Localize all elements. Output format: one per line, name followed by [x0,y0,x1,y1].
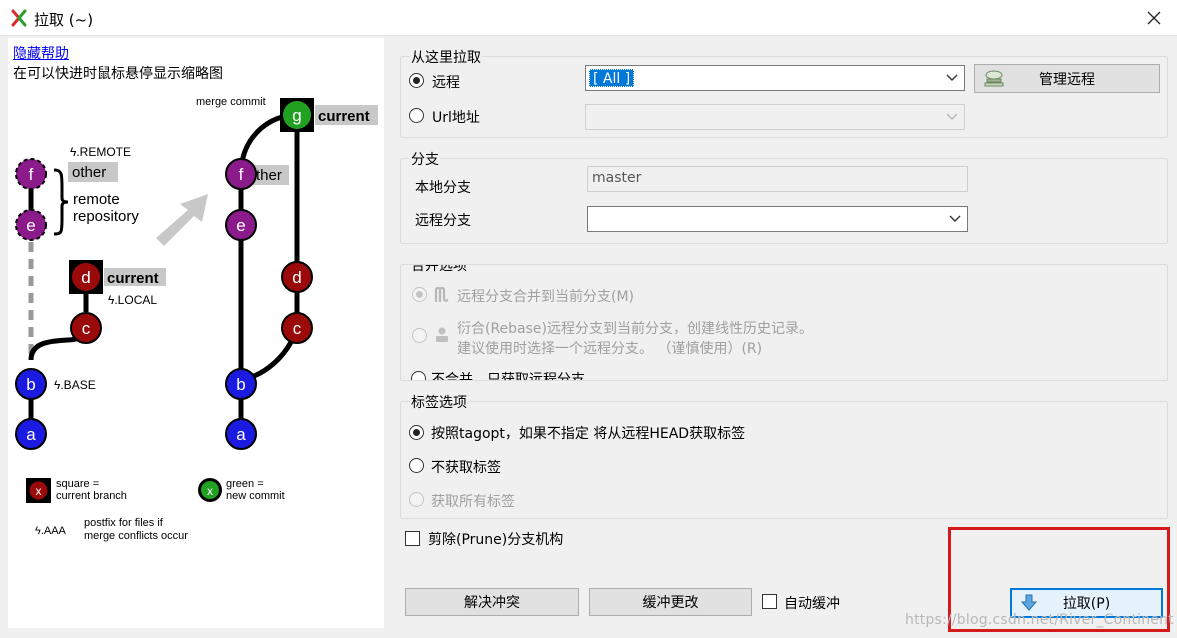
local-tag: ϟ.LOCAL [108,293,157,307]
base-tag: ϟ.BASE [54,378,96,392]
manage-remotes-label: 管理远程 [1039,71,1095,88]
merge-options-group: 合并选项 远程分支合并到当前分支(M) 衍合(Rebase)远程分支到当前分支，… [400,264,1168,381]
rebase-label-line2: 建议使用时选择一个远程分支。 （谨慎使用）(R) [457,341,763,357]
node-label-b-right: b [236,375,245,394]
legend-postfix-tag: ϟ.AAA [35,525,67,537]
legend-square-mark: x [36,484,42,498]
remote-servers-icon [984,70,1004,87]
no-tags-radio[interactable] [409,458,424,473]
legend-postfix-line1: postfix for files if [84,517,164,529]
url-radio-label: Url地址 [432,110,480,126]
hide-help-link[interactable]: 隐藏帮助 [13,43,69,63]
node-label-f-left: f [29,165,34,184]
remote-repo-line1: remote [73,191,120,208]
no-tags-label: 不获取标签 [431,460,501,476]
node-label-c-left: c [82,319,91,338]
fetch-only-radio[interactable] [411,371,426,380]
transition-arrow [156,194,208,246]
remote-select-value: [ All ] [589,69,635,87]
node-label-a-right: a [236,425,246,444]
chevron-down-icon [946,74,958,81]
close-button[interactable] [1131,0,1177,36]
remote-branch-label: 远程分支 [415,213,471,229]
node-label-e-right: e [236,216,245,235]
all-tags-label: 获取所有标签 [431,494,515,510]
local-branch-label: 本地分支 [415,180,471,196]
legend-green-line1: green = [226,478,264,490]
url-select[interactable] [585,104,965,130]
legend-green-line2: new commit [226,490,285,502]
resolve-conflicts-button[interactable]: 解决冲突 [405,588,579,616]
url-radio[interactable] [409,108,424,123]
chevron-down-icon [949,215,961,222]
local-branch-field[interactable]: master [587,166,968,192]
node-label-a-left: a [26,425,36,444]
all-tags-radio[interactable] [409,492,424,507]
tagopt-label: 按照tagopt，如果不指定 将从远程HEAD获取标签 [431,426,746,442]
remote-repo-line2: repository [73,208,139,225]
other-right-label: ther [256,167,282,184]
remote-tag: ϟ.REMOTE [70,145,131,159]
current-label: current [107,270,159,287]
rebase-icon [436,327,448,342]
rebase-radio[interactable] [412,328,427,343]
tag-options-title: 标签选项 [410,392,468,412]
window-title: 拉取 (~) [34,11,94,29]
merge-icon [434,286,449,302]
remote-select[interactable]: [ All ] [585,65,965,91]
merge-diagram: f e d c b a ϟ.REMOTE other remote reposi… [15,96,378,542]
remote-branch-select[interactable] [587,206,968,232]
tag-options-group: 标签选项 [400,392,1168,519]
node-label-d-right: d [292,268,301,287]
manage-remotes-button[interactable]: 管理远程 [974,64,1160,93]
rebase-label-line1: 衍合(Rebase)远程分支到当前分支，创建线性历史记录。 [457,321,814,337]
stash-changes-button[interactable]: 缓冲更改 [589,588,752,616]
node-label-c-right: c [293,319,302,338]
legend-postfix-line2: merge conflicts occur [84,530,188,542]
app-icon [11,9,27,27]
stash-changes-label: 缓冲更改 [642,595,699,611]
remote-radio[interactable] [409,73,424,88]
current-right-label: current [318,108,370,125]
legend-square-line1: square = [56,478,99,490]
tagopt-radio[interactable] [409,425,424,440]
merge-options-title: 合并选项 [410,265,468,275]
help-description: 在可以快进时鼠标悬停显示缩略图 [13,66,223,82]
prune-label: 剪除(Prune)分支机构 [428,532,564,548]
watermark: https://blog.csdn.net/River_Continent [905,612,1174,628]
merge-label: 远程分支合并到当前分支(M) [457,289,635,305]
branch-title: 分支 [410,149,440,169]
merge-commit-label: merge commit [196,96,266,108]
resolve-conflicts-label: 解决冲突 [464,595,520,611]
title-bar: 拉取 (~) [0,0,1177,36]
node-label-b-left: b [26,375,35,394]
node-label-f-right: f [239,165,244,184]
node-label-e-left: e [26,216,35,235]
legend-square-line2: current branch [56,490,127,502]
other-label: other [72,164,106,181]
prune-checkbox[interactable] [405,531,420,546]
auto-stash-checkbox[interactable] [762,594,777,609]
brace-mark [53,168,69,236]
auto-stash-label: 自动缓冲 [784,596,840,612]
help-pane: 隐藏帮助 在可以快进时鼠标悬停显示缩略图 f e d c b a ϟ.REMOT… [8,38,384,628]
chevron-down-icon [946,113,958,120]
merge-radio[interactable] [412,287,427,302]
node-label-d-left: d [81,268,90,287]
legend-green-mark: x [207,484,213,498]
pull-from-title: 从这里拉取 [410,47,482,67]
remote-radio-label: 远程 [432,75,460,91]
node-label-g: g [292,106,301,125]
fetch-only-label: 不合并，只获取远程分支 [431,372,585,381]
close-icon [1147,11,1161,25]
